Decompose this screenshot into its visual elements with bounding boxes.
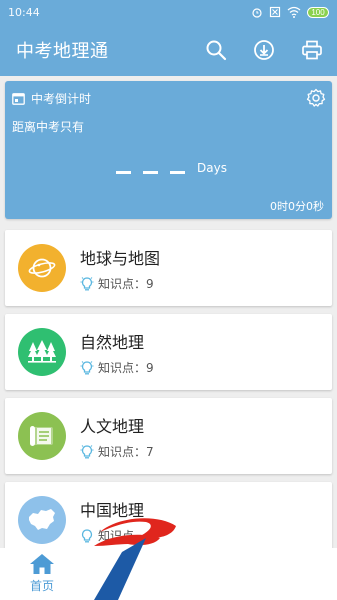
countdown-title: 中考倒计时: [31, 92, 92, 106]
battery-indicator: 100: [307, 6, 329, 18]
topic-knowledge-count: 知识点：9: [98, 277, 154, 291]
topic-card-physical-geography[interactable]: 自然地理 知识点：9: [5, 314, 332, 390]
status-time: 10:44: [8, 5, 40, 19]
status-icons: 100: [251, 6, 329, 18]
topic-icon-circle: [18, 496, 66, 544]
print-icon[interactable]: [301, 39, 323, 61]
wifi-icon: [287, 6, 301, 18]
countdown-clock: 0时0分0秒: [270, 200, 324, 213]
topic-meta: 知识点：9: [80, 359, 154, 376]
app-bar: 中考地理通: [0, 24, 337, 76]
forest-icon: [28, 340, 56, 363]
countdown-header: 中考倒计时: [12, 90, 91, 107]
topic-title: 人文地理: [80, 417, 145, 436]
planet-icon: [28, 258, 56, 278]
home-icon: [30, 554, 54, 574]
download-icon[interactable]: [253, 39, 275, 61]
map-scroll-icon: [30, 426, 53, 446]
search-icon[interactable]: [205, 39, 227, 61]
topic-knowledge-count: 知识点：7: [98, 445, 154, 459]
topic-card-human-geography[interactable]: 人文地理 知识点：7: [5, 398, 332, 474]
topic-meta: 知识点：7: [80, 443, 154, 460]
countdown-card: 中考倒计时 距离中考只有 Days 0时0分0秒: [5, 81, 332, 219]
settings-gear-icon[interactable]: [306, 88, 326, 108]
countdown-days-placeholder: [116, 171, 185, 174]
app-title: 中考地理通: [16, 41, 109, 62]
calendar-icon: [12, 93, 25, 105]
topic-icon-circle: [18, 412, 66, 460]
topic-title: 自然地理: [80, 333, 145, 352]
countdown-days-label: Days: [197, 161, 227, 175]
nav-home-label: 首页: [29, 579, 54, 593]
topic-knowledge-count: 知识点：9: [98, 361, 154, 375]
topic-icon-circle: [18, 244, 66, 292]
topic-title: 地球与地图: [80, 249, 161, 268]
china-map-icon: [29, 509, 55, 530]
lightbulb-icon: [80, 276, 94, 290]
lightbulb-icon: [80, 360, 94, 374]
topic-meta: 知识点：9: [80, 275, 154, 292]
topic-card-earth-map[interactable]: 地球与地图 知识点：9: [5, 230, 332, 306]
alarm-icon: [252, 8, 262, 18]
status-bar: 10:44 100: [0, 0, 337, 24]
no-sim-icon: [269, 6, 281, 18]
lightbulb-icon: [80, 444, 94, 458]
watermark-logo: [94, 518, 176, 600]
countdown-subtitle: 距离中考只有: [12, 120, 85, 134]
app-actions: [205, 39, 323, 61]
nav-home-tab[interactable]: 首页: [20, 553, 64, 594]
topic-icon-circle: [18, 328, 66, 376]
